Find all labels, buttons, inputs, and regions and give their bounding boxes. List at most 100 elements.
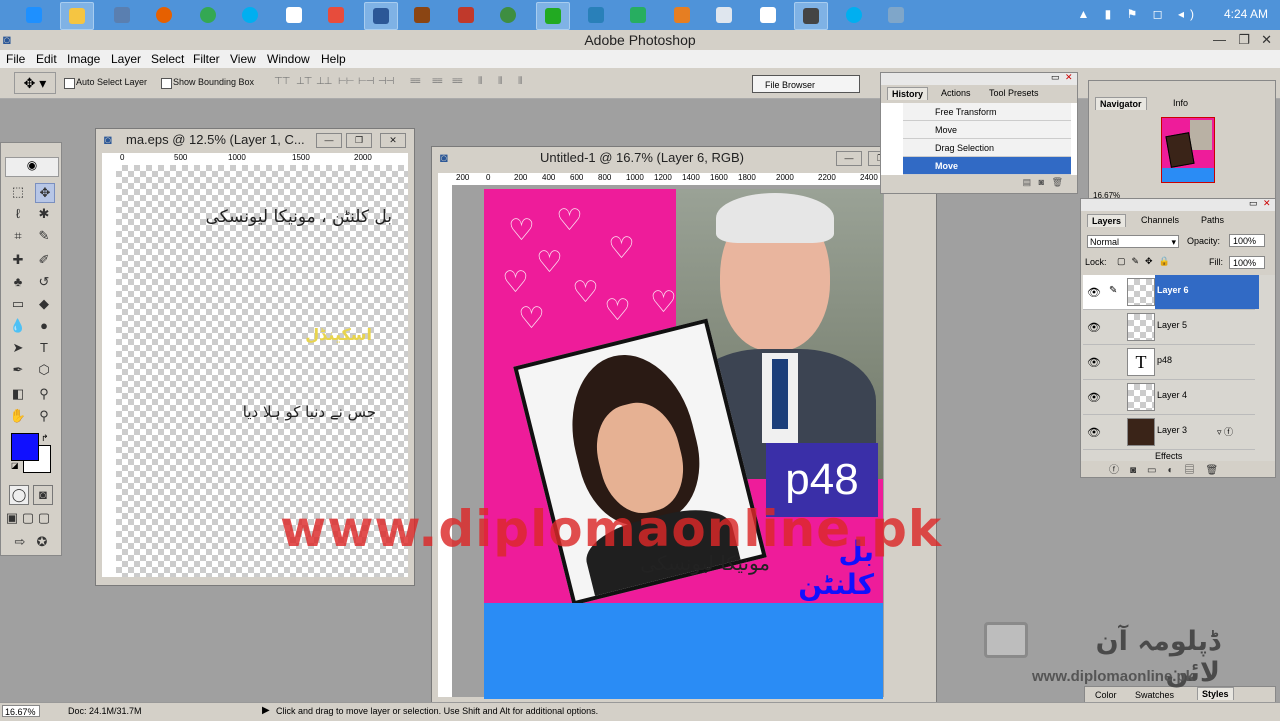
paint-bucket-tool-icon[interactable]: ◆ (35, 295, 53, 313)
distribute-vcenter-icon[interactable]: ≡≡ (432, 76, 450, 88)
menu-file[interactable]: File (6, 52, 25, 66)
imageready-icon[interactable]: ✪ (33, 533, 51, 551)
align-bottom-icon[interactable]: ⊥⊥ (316, 76, 334, 88)
app-icon[interactable] (622, 2, 654, 28)
align-vcenter-icon[interactable]: ⊥⊤ (296, 76, 314, 88)
zoom-tool-icon[interactable]: ⚲ (35, 407, 53, 425)
marquee-tool-icon[interactable]: ⬚ (9, 183, 27, 201)
security-icon[interactable] (580, 2, 612, 28)
skype-icon[interactable] (234, 2, 266, 28)
align-top-icon[interactable]: ⊤⊤ (274, 76, 292, 88)
tab-swatches[interactable]: Swatches (1131, 689, 1178, 701)
auto-select-layer-checkbox[interactable] (64, 78, 75, 89)
brush-tool-icon[interactable]: ✐ (35, 251, 53, 269)
chrome-icon[interactable] (192, 2, 224, 28)
history-brush-tool-icon[interactable]: ↺ (35, 273, 53, 291)
media-icon[interactable] (406, 2, 438, 28)
fill-field[interactable]: 100% (1229, 256, 1265, 269)
path-selection-tool-icon[interactable]: ➤ (9, 339, 27, 357)
doc1-maximize-button[interactable]: ❐ (346, 133, 372, 148)
menu-filter[interactable]: Filter (193, 52, 220, 66)
align-right-icon[interactable]: ⊣⊣ (378, 76, 396, 88)
move-tool-icon[interactable]: ✥ (35, 183, 55, 203)
slice-tool-icon[interactable]: ✎ (35, 227, 53, 245)
eyedropper-tool-icon[interactable]: ⚲ (35, 385, 53, 403)
skype-icon[interactable] (838, 2, 870, 28)
history-item[interactable]: Move (903, 121, 1071, 139)
palette-minimize-icon[interactable]: ▭ (1051, 72, 1060, 83)
screen-mode-standard-icon[interactable]: ▣ (5, 509, 19, 527)
status-arrow-icon[interactable]: ▶ (262, 705, 270, 716)
system-tray[interactable]: ▲ ▮ ⚑ ◻ ◂) (1077, 7, 1200, 21)
notepad-icon[interactable] (752, 2, 784, 28)
eye-icon[interactable]: 👁 (1087, 391, 1101, 404)
menu-help[interactable]: Help (321, 52, 346, 66)
tab-paths[interactable]: Paths (1197, 214, 1228, 226)
app-icon[interactable] (794, 2, 828, 30)
doc2-vertical-scrollbar[interactable] (916, 185, 930, 697)
distribute-left-icon[interactable]: ⦀ (478, 76, 496, 88)
photoshop-icon[interactable] (364, 2, 398, 30)
menu-select[interactable]: Select (151, 52, 184, 66)
eye-icon[interactable]: 👁 (1087, 356, 1101, 369)
eye-logo-icon[interactable]: ◉ (5, 157, 59, 177)
menu-window[interactable]: Window (267, 52, 310, 66)
eye-icon[interactable]: 👁 (1087, 321, 1101, 334)
doc2-titlebar[interactable]: ◙ Untitled-1 @ 16.7% (Layer 6, RGB) — ❐ (432, 147, 936, 169)
layer-row-layer5[interactable]: 👁 Layer 5 (1083, 310, 1255, 345)
navigator-thumbnail[interactable] (1161, 117, 1215, 183)
tab-info[interactable]: Info (1169, 97, 1192, 109)
healing-brush-tool-icon[interactable]: ✚ (9, 251, 27, 269)
history-item[interactable]: Free Transform (903, 103, 1071, 121)
menu-image[interactable]: Image (67, 52, 100, 66)
blur-tool-icon[interactable]: 💧 (9, 317, 27, 335)
tab-navigator[interactable]: Navigator (1095, 97, 1147, 110)
doc1-close-button[interactable]: ✕ (380, 133, 406, 148)
tab-layers[interactable]: Layers (1087, 214, 1127, 227)
menu-layer[interactable]: Layer (111, 52, 141, 66)
type-tool-icon[interactable]: T (35, 339, 53, 357)
palette-close-icon[interactable]: ✕ (1263, 198, 1271, 209)
media-icon[interactable] (880, 2, 912, 28)
distribute-top-icon[interactable]: ≡≡ (410, 76, 428, 88)
magic-wand-tool-icon[interactable]: ✱ (35, 205, 53, 223)
tab-tool-presets[interactable]: Tool Presets (985, 87, 1043, 99)
ie-icon[interactable] (18, 2, 50, 28)
clone-stamp-tool-icon[interactable]: ♣ (9, 273, 27, 291)
eraser-tool-icon[interactable]: ▭ (9, 295, 27, 313)
tab-color[interactable]: Color (1091, 689, 1121, 701)
show-bounding-box-checkbox[interactable] (161, 78, 172, 89)
layer-row-layer6[interactable]: 👁 ✎ Layer 6 (1083, 275, 1259, 310)
effects-toggle-icon[interactable]: ▿ ⓕ (1217, 425, 1233, 438)
document-window-untitled-1[interactable]: ◙ Untitled-1 @ 16.7% (Layer 6, RGB) — ❐ … (431, 146, 937, 704)
eye-icon[interactable]: 👁 (1087, 286, 1101, 299)
distribute-right-icon[interactable]: ⦀ (518, 76, 536, 88)
screen-recorder-icon[interactable] (320, 2, 352, 28)
doc2-canvas[interactable]: ♡ ♡ ♡ ♡ ♡ ♡ ♡ ♡ ♡ p48 بل کلنٹن مونیکا لی… (484, 189, 883, 699)
layer-row-p48[interactable]: 👁 T p48 (1083, 345, 1255, 380)
tab-history[interactable]: History (887, 87, 929, 100)
keyboard-icon[interactable] (708, 2, 740, 28)
distribute-bottom-icon[interactable]: ≡≡ (452, 76, 470, 88)
lasso-tool-icon[interactable]: ℓ (9, 205, 27, 223)
paint-icon[interactable] (450, 2, 482, 28)
standard-mode-icon[interactable]: ◯ (9, 485, 29, 505)
tab-actions[interactable]: Actions (937, 87, 975, 99)
screen-mode-full-menu-icon[interactable]: ▢ (21, 509, 35, 527)
new-snapshot-icon[interactable]: ◙ (1039, 177, 1044, 187)
calculator-icon[interactable] (106, 2, 138, 28)
dodge-tool-icon[interactable]: ● (35, 317, 53, 335)
distribute-hcenter-icon[interactable]: ⦀ (498, 76, 516, 88)
quick-mask-icon[interactable]: ◙ (33, 485, 53, 505)
default-colors-icon[interactable]: ◪ (11, 461, 19, 470)
palette-minimize-icon[interactable]: ▭ (1249, 198, 1258, 209)
foreground-color-swatch[interactable] (11, 433, 39, 461)
menu-view[interactable]: View (230, 52, 256, 66)
firefox-icon[interactable] (148, 2, 180, 28)
earth-icon[interactable] (492, 2, 524, 28)
opacity-field[interactable]: 100% (1229, 234, 1265, 247)
shape-tool-icon[interactable]: ⬡ (35, 361, 53, 379)
trash-icon[interactable]: 🗑 (1052, 177, 1063, 187)
brush-link-icon[interactable]: ✎ (1109, 285, 1117, 296)
history-item[interactable]: Drag Selection (903, 139, 1071, 157)
